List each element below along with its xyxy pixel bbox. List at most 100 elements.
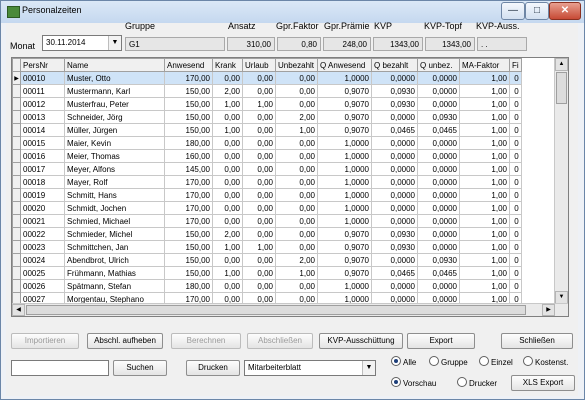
table-cell[interactable]: 0,00 (212, 253, 243, 267)
search-input[interactable] (11, 360, 109, 376)
table-cell[interactable]: 0,00 (212, 71, 243, 85)
table-cell[interactable]: 150,00 (164, 253, 213, 267)
row-indicator-icon[interactable] (12, 123, 21, 137)
table-cell[interactable]: 0,0000 (371, 136, 418, 150)
abschliessen-button[interactable]: Abschließen (247, 333, 313, 349)
table-cell[interactable]: 0,0465 (417, 266, 460, 280)
table-cell[interactable]: Schmittchen, Jan (64, 240, 165, 254)
scroll-left-icon[interactable]: ◀ (12, 304, 25, 316)
table-cell[interactable]: 0 (509, 123, 522, 137)
column-header[interactable]: MA-Faktor (459, 58, 510, 72)
table-cell[interactable]: 1,00 (459, 175, 510, 189)
table-cell[interactable]: 00017 (20, 162, 65, 176)
table-cell[interactable]: Schmied, Michael (64, 214, 165, 228)
importieren-button[interactable]: Importieren (11, 333, 79, 349)
table-cell[interactable]: 0,00 (275, 214, 318, 228)
column-header[interactable]: Krank (212, 58, 243, 72)
table-cell[interactable]: 1,00 (459, 227, 510, 241)
table-cell[interactable]: 0,00 (242, 71, 276, 85)
table-cell[interactable]: Schmitt, Hans (64, 188, 165, 202)
scroll-up-icon[interactable]: ▲ (555, 58, 568, 71)
table-cell[interactable]: 0,00 (275, 201, 318, 215)
table-cell[interactable]: 1,0000 (317, 149, 372, 163)
table-cell[interactable]: 1,00 (459, 279, 510, 293)
table-cell[interactable]: 1,00 (459, 214, 510, 228)
table-row[interactable]: 00026 Spätmann, Stefan 180,00 0,00 0,00 0,00 1… (12, 279, 522, 293)
table-cell[interactable]: 180,00 (164, 279, 213, 293)
chevron-down-icon[interactable]: ▼ (362, 361, 375, 375)
table-cell[interactable]: 00019 (20, 188, 65, 202)
row-indicator-icon[interactable] (12, 227, 21, 241)
radio-vorschau[interactable]: Vorschau (391, 377, 436, 389)
table-cell[interactable]: 170,00 (164, 214, 213, 228)
table-cell[interactable]: Abendbrot, Ulrich (64, 253, 165, 267)
table-cell[interactable]: 1,00 (459, 266, 510, 280)
table-cell[interactable]: 0,00 (212, 201, 243, 215)
table-cell[interactable]: 0,00 (242, 253, 276, 267)
table-cell[interactable]: 0,00 (212, 279, 243, 293)
table-cell[interactable]: 0,0930 (371, 84, 418, 98)
table-cell[interactable]: 0,00 (242, 110, 276, 124)
table-cell[interactable]: 0,00 (242, 149, 276, 163)
table-cell[interactable]: 0,9070 (317, 97, 372, 111)
column-header[interactable]: Q bezahlt (371, 58, 418, 72)
table-cell[interactable]: 0 (509, 162, 522, 176)
suchen-button[interactable]: Suchen (113, 360, 167, 376)
berechnen-button[interactable]: Berechnen (171, 333, 241, 349)
table-cell[interactable]: Schmieder, Michel (64, 227, 165, 241)
table-cell[interactable]: 145,00 (164, 162, 213, 176)
table-row[interactable]: 00022 Schmieder, Michel 150,00 2,00 0,00 0,00… (12, 227, 522, 241)
table-cell[interactable]: 0,00 (212, 162, 243, 176)
table-cell[interactable]: 1,00 (242, 97, 276, 111)
column-header[interactable]: Anwesend (164, 58, 213, 72)
table-cell[interactable]: 1,00 (459, 71, 510, 85)
table-cell[interactable]: 2,00 (275, 253, 318, 267)
table-cell[interactable]: 1,00 (275, 266, 318, 280)
table-cell[interactable]: Meyer, Alfons (64, 162, 165, 176)
table-cell[interactable]: 0,00 (275, 279, 318, 293)
table-cell[interactable]: 1,0000 (317, 188, 372, 202)
table-cell[interactable]: 0,00 (242, 123, 276, 137)
table-row[interactable]: 00013 Schneider, Jörg 150,00 0,00 0,00 2,00 0,… (12, 110, 522, 124)
chevron-down-icon[interactable]: ▼ (108, 36, 121, 50)
table-cell[interactable]: 00026 (20, 279, 65, 293)
table-cell[interactable]: 1,00 (459, 253, 510, 267)
row-indicator-icon[interactable] (12, 266, 21, 280)
table-row[interactable]: 00011 Mustermann, Karl 150,00 2,00 0,00 0,00 0… (12, 84, 522, 98)
table-cell[interactable]: 2,00 (275, 110, 318, 124)
table-cell[interactable]: 1,00 (212, 97, 243, 111)
table-cell[interactable]: 00010 (20, 71, 65, 85)
table-cell[interactable]: Schneider, Jörg (64, 110, 165, 124)
scroll-right-icon[interactable]: ▶ (542, 304, 555, 316)
kvp-ausschuettung-button[interactable]: KVP-Ausschüttung (319, 333, 403, 349)
table-row[interactable]: 00021 Schmied, Michael 170,00 0,00 0,00 0,00 1… (12, 214, 522, 228)
table-cell[interactable]: 0,0000 (417, 71, 460, 85)
table-cell[interactable]: 1,00 (275, 123, 318, 137)
table-cell[interactable]: 0,0465 (371, 123, 418, 137)
column-header[interactable]: Urlaub (242, 58, 276, 72)
table-cell[interactable]: 0 (509, 149, 522, 163)
table-cell[interactable]: 0,00 (212, 110, 243, 124)
table-row[interactable]: 00014 Müller, Jürgen 150,00 1,00 0,00 1,00 0,9… (12, 123, 522, 137)
table-cell[interactable]: 0,0465 (417, 123, 460, 137)
table-cell[interactable]: 1,00 (212, 266, 243, 280)
table-cell[interactable]: 0,0000 (417, 97, 460, 111)
horizontal-scroll-thumb[interactable] (26, 305, 526, 315)
row-indicator-icon[interactable] (12, 253, 21, 267)
table-cell[interactable]: 0,0000 (417, 175, 460, 189)
table-cell[interactable]: 0,0000 (371, 253, 418, 267)
table-cell[interactable]: 0,00 (212, 136, 243, 150)
table-cell[interactable]: 0,0000 (371, 110, 418, 124)
row-indicator-icon[interactable] (12, 214, 21, 228)
table-cell[interactable]: 0,0465 (371, 266, 418, 280)
table-cell[interactable]: 2,00 (212, 84, 243, 98)
table-cell[interactable]: 0,00 (275, 175, 318, 189)
personal-grid[interactable]: PersNr Name Anwesend Krank Urlaub Unbezahlt Q … (11, 57, 569, 317)
table-row[interactable]: 00017 Meyer, Alfons 145,00 0,00 0,00 0,00 1,00… (12, 162, 522, 176)
table-cell[interactable]: 0,0000 (371, 201, 418, 215)
table-cell[interactable]: 0 (509, 110, 522, 124)
table-cell[interactable]: 2,00 (212, 227, 243, 241)
row-indicator-icon[interactable] (12, 175, 21, 189)
table-cell[interactable]: Schmidt, Jochen (64, 201, 165, 215)
table-cell[interactable]: 0,00 (275, 71, 318, 85)
